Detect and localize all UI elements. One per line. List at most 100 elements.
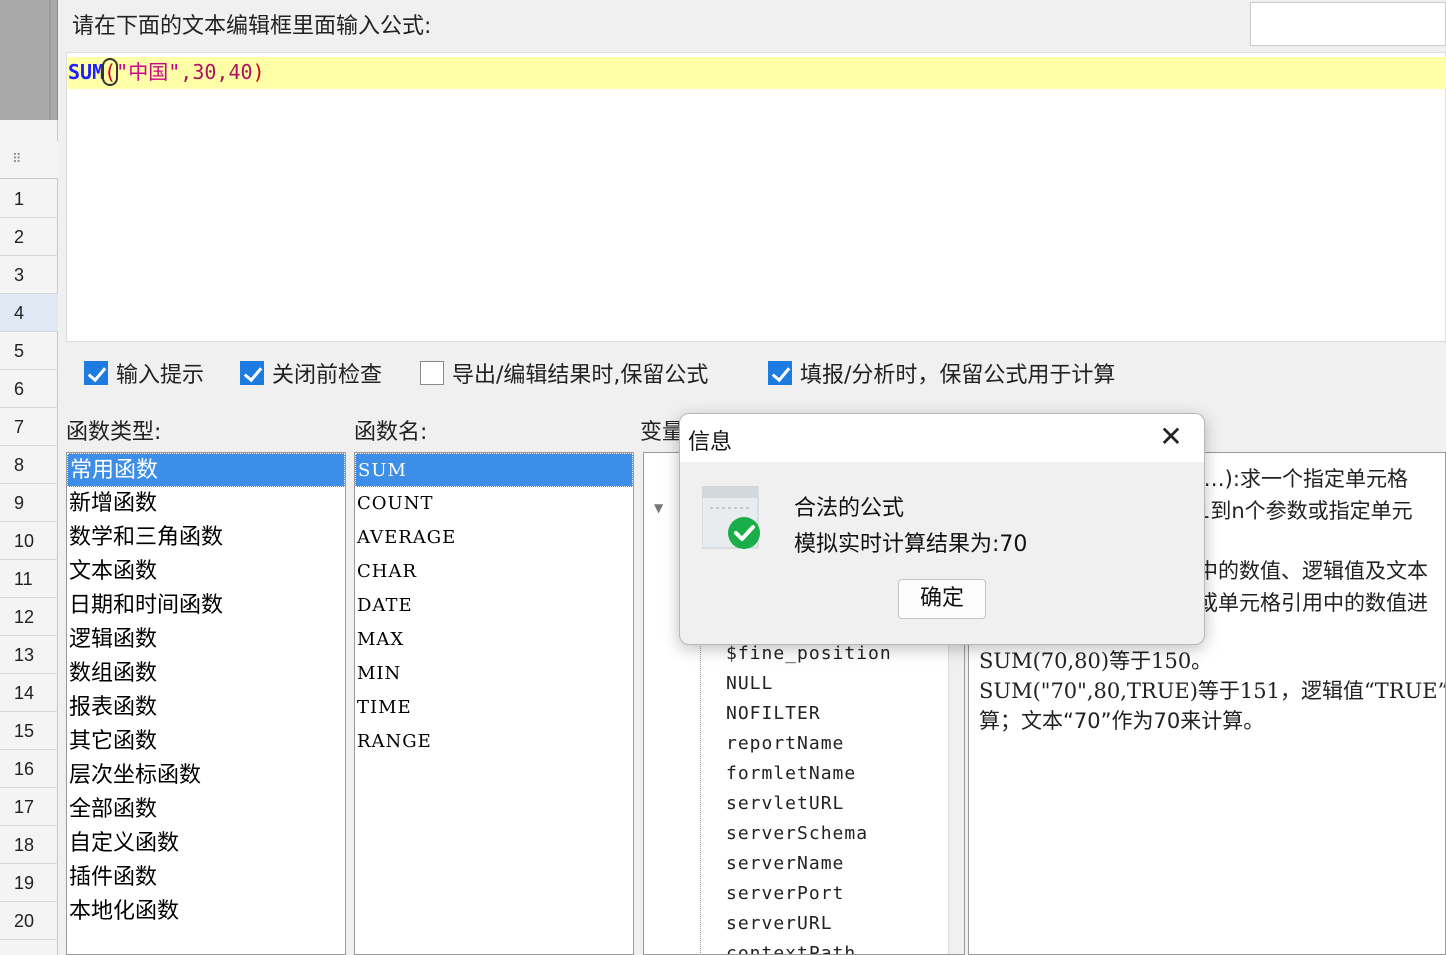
function-name-label: 函数名: <box>354 420 428 445</box>
check-before-close-label: 关闭前检查 <box>272 363 383 388</box>
row-number[interactable]: 18 <box>0 826 58 864</box>
function-type-item[interactable]: 层次坐标函数 <box>67 759 345 793</box>
function-name-item[interactable]: COUNT <box>355 487 633 521</box>
formula-line[interactable]: SUM("中国",30,40) <box>67 57 1446 89</box>
row-number[interactable]: 7 <box>0 408 58 446</box>
function-type-item[interactable]: 本地化函数 <box>67 895 345 929</box>
variable-item[interactable]: contextPath <box>726 943 856 954</box>
variable-item[interactable]: reportName <box>726 733 844 754</box>
info-dialog-titlebar: 信息 ✕ <box>680 414 1204 462</box>
tree-expand-icon[interactable]: ▼ <box>654 501 663 515</box>
row-header: ⠿ 1 2 3 4 5 6 7 8 9 10 11 12 13 14 15 16 17 18 19 20 <box>0 0 58 955</box>
description-example: 算；文本“70”作为70来计算。 <box>979 709 1265 733</box>
row-number[interactable]: 10 <box>0 522 58 560</box>
function-type-item[interactable]: 新增函数 <box>67 487 345 521</box>
row-number[interactable]: 2 <box>0 218 58 256</box>
function-name-item[interactable]: RANGE <box>355 725 633 759</box>
option-input-hint[interactable]: 输入提示 <box>84 358 204 388</box>
row-number[interactable]: 12 <box>0 598 58 636</box>
formula-close-paren: ) <box>252 60 265 84</box>
function-type-item[interactable]: 全部函数 <box>67 793 345 827</box>
row-number[interactable]: 11 <box>0 560 58 598</box>
formula-string-token: "中国" <box>116 60 181 84</box>
formula-editor[interactable]: SUM("中国",30,40) <box>66 52 1446 342</box>
top-right-field[interactable] <box>1250 2 1446 46</box>
variable-item[interactable]: serverSchema <box>726 823 868 844</box>
description-line: ,…):求一个指定单元格 <box>1197 467 1408 491</box>
variable-item[interactable]: serverPort <box>726 883 844 904</box>
description-example: SUM("70",80,TRUE)等于151，逻辑值“TRUE” <box>979 679 1446 703</box>
keep-formula-calc-label: 填报/分析时，保留公式用于计算 <box>800 363 1116 388</box>
check-before-close-checkbox[interactable] <box>240 361 264 385</box>
editor-prompt: 请在下面的文本编辑框里面输入公式: <box>72 14 432 39</box>
row-number[interactable]: 19 <box>0 864 58 902</box>
keep-formula-calc-checkbox[interactable] <box>768 361 792 385</box>
info-message-primary: 合法的公式 <box>794 496 905 521</box>
info-dialog-title: 信息 <box>688 430 733 455</box>
function-type-item[interactable]: 插件函数 <box>67 861 345 895</box>
function-type-item[interactable]: 自定义函数 <box>67 827 345 861</box>
grip-icon: ⠿ <box>12 152 23 167</box>
variable-item[interactable]: NOFILTER <box>726 703 821 724</box>
variable-item[interactable]: NULL <box>726 673 773 694</box>
function-type-item[interactable]: 其它函数 <box>67 725 345 759</box>
description-line: 中的数值、逻辑值及文本 <box>1197 559 1428 583</box>
row-number[interactable]: 3 <box>0 256 58 294</box>
function-name-list[interactable]: SUM COUNT AVERAGE CHAR DATE MAX MIN TIME RANGE <box>354 452 634 955</box>
function-type-item[interactable]: 常用函数 <box>67 453 345 487</box>
input-hint-checkbox[interactable] <box>84 361 108 385</box>
description-line: 1到n个参数或指定单元 <box>1197 499 1413 523</box>
variable-label: 变量 <box>640 420 685 445</box>
function-type-item[interactable]: 数学和三角函数 <box>67 521 345 555</box>
function-type-list[interactable]: 常用函数 新增函数 数学和三角函数 文本函数 日期和时间函数 逻辑函数 数组函数 报表函数 其它… <box>66 452 346 955</box>
formula-number-token: 30 <box>192 60 217 84</box>
keep-formula-export-label: 导出/编辑结果时,保留公式 <box>452 363 709 388</box>
row-header-top-scroll <box>0 0 58 120</box>
row-number[interactable]: 14 <box>0 674 58 712</box>
info-dialog: 信息 ✕ 合法的公式 模拟实时计算结果为:70 确定 <box>679 413 1205 645</box>
function-name-item[interactable]: DATE <box>355 589 633 623</box>
variable-item[interactable]: serverURL <box>726 913 833 934</box>
formula-open-paren: ( <box>102 58 119 86</box>
input-hint-label: 输入提示 <box>116 363 205 388</box>
option-keep-formula-export[interactable]: 导出/编辑结果时,保留公式 <box>420 358 708 388</box>
variable-item[interactable]: serverName <box>726 853 844 874</box>
formula-separator: , <box>216 60 229 84</box>
row-number[interactable]: 5 <box>0 332 58 370</box>
row-number[interactable]: 9 <box>0 484 58 522</box>
row-number[interactable]: 1 <box>0 180 58 218</box>
variable-item[interactable]: servletURL <box>726 793 844 814</box>
function-name-item[interactable]: CHAR <box>355 555 633 589</box>
function-type-item[interactable]: 文本函数 <box>67 555 345 589</box>
row-number[interactable]: 4 <box>0 294 58 332</box>
function-type-label: 函数类型: <box>66 420 162 445</box>
row-number[interactable]: 13 <box>0 636 58 674</box>
option-check-before-close[interactable]: 关闭前检查 <box>240 358 382 388</box>
close-icon[interactable]: ✕ <box>1156 422 1186 452</box>
variable-item[interactable]: $fine_position <box>726 643 892 664</box>
description-line: 或单元格引用中的数值进 <box>1197 591 1428 615</box>
success-icon <box>702 486 760 549</box>
info-message-result: 模拟实时计算结果为:70 <box>794 532 1028 557</box>
keep-formula-export-checkbox[interactable] <box>420 361 444 385</box>
variable-item[interactable]: formletName <box>726 763 856 784</box>
option-keep-formula-calc[interactable]: 填报/分析时，保留公式用于计算 <box>768 358 1115 388</box>
function-type-item[interactable]: 报表函数 <box>67 691 345 725</box>
function-name-item[interactable]: MIN <box>355 657 633 691</box>
description-example: SUM(70,80)等于150。 <box>979 649 1213 673</box>
function-type-item[interactable]: 日期和时间函数 <box>67 589 345 623</box>
function-name-item[interactable]: AVERAGE <box>355 521 633 555</box>
function-type-item[interactable]: 数组函数 <box>67 657 345 691</box>
function-type-item[interactable]: 逻辑函数 <box>67 623 345 657</box>
function-name-item[interactable]: SUM <box>355 453 633 487</box>
function-name-item[interactable]: TIME <box>355 691 633 725</box>
row-number[interactable]: 16 <box>0 750 58 788</box>
ok-button[interactable]: 确定 <box>898 579 986 619</box>
function-name-item[interactable]: MAX <box>355 623 633 657</box>
row-number[interactable]: 6 <box>0 370 58 408</box>
row-number[interactable]: 20 <box>0 902 58 940</box>
row-number[interactable]: 8 <box>0 446 58 484</box>
row-number[interactable]: 15 <box>0 712 58 750</box>
row-number[interactable]: 17 <box>0 788 58 826</box>
formula-separator: , <box>180 60 193 84</box>
